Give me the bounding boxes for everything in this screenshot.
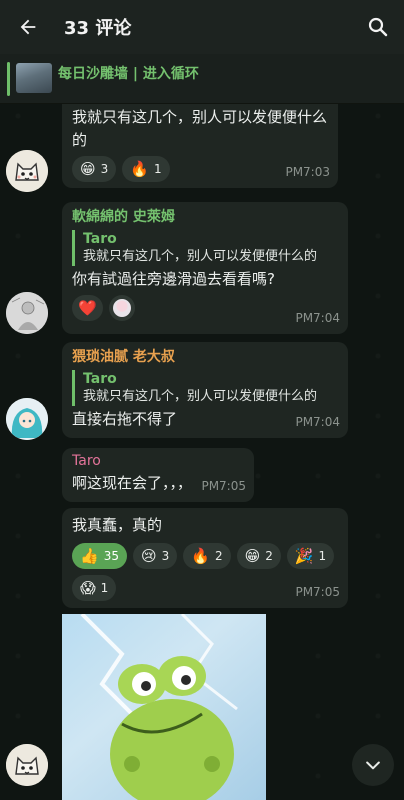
- reaction-crying[interactable]: 😢 3: [132, 543, 178, 569]
- avatar-miku[interactable]: [6, 398, 48, 440]
- pinned-thumbnail: [16, 63, 52, 93]
- message-text: 我真蠢，真的: [72, 516, 163, 534]
- party-popper-emoji-icon: 🎉: [294, 546, 314, 565]
- reaction-count: 35: [103, 548, 119, 563]
- reaction-count: 3: [161, 548, 170, 563]
- miku-avatar-icon: [6, 398, 48, 440]
- message-bubble[interactable]: Taro 啊这现在会了，，， PM7:05: [62, 448, 254, 502]
- thumbs-up-emoji-icon: 👍: [80, 546, 99, 565]
- quote-sender: Taro: [83, 231, 117, 247]
- reply-quote[interactable]: Taro 我就只有这几个，别人可以发便便什么的: [72, 370, 338, 406]
- reaction-party[interactable]: 🎉 1: [286, 543, 335, 569]
- message-bubble[interactable]: 我真蠢，真的 👍 35 😢 3 🔥 2 😁 2 🎉 1 😱 1 PM7:05: [62, 508, 348, 608]
- reaction-scream[interactable]: 😱 1: [72, 575, 117, 601]
- grin-emoji-icon: 😁: [244, 546, 261, 565]
- scream-emoji-icon: 😱: [80, 578, 96, 597]
- reactor-avatar-icon: [112, 299, 131, 317]
- back-button[interactable]: [0, 0, 56, 54]
- reaction-thumbs-up[interactable]: 👍 35: [72, 543, 127, 569]
- quote-text: 我就只有这几个，别人可以发便便什么的: [83, 389, 318, 404]
- quote-text: 我就只有这几个，别人可以发便便什么的: [83, 249, 318, 264]
- message-time: PM7:05: [295, 585, 340, 599]
- cat-avatar-icon: [6, 150, 48, 192]
- search-icon: [368, 17, 388, 37]
- reaction-count: 1: [153, 161, 162, 176]
- heart-emoji-icon: ❤️: [78, 298, 97, 317]
- reaction-avatar[interactable]: [108, 295, 135, 321]
- frog-sticker[interactable]: [62, 614, 266, 800]
- message-time: PM7:03: [285, 165, 330, 179]
- message-time: PM7:05: [201, 479, 246, 493]
- crying-emoji-icon: 😢: [140, 546, 157, 565]
- message-time: PM7:04: [295, 311, 340, 325]
- avatar-cat[interactable]: [6, 150, 48, 192]
- reaction-fire[interactable]: 🔥 2: [183, 543, 231, 569]
- message-bubble[interactable]: 我就只有这几个，别人可以发便便什么的 😁 3 🔥 1 PM7:03: [62, 104, 338, 188]
- message-time: PM7:04: [295, 415, 340, 429]
- avatar-sketch[interactable]: [6, 292, 48, 334]
- reaction-count: 2: [214, 548, 223, 563]
- reply-quote[interactable]: Taro 我就只有这几个，别人可以发便便什么的: [72, 230, 338, 266]
- chat-area[interactable]: from FW 我就只有这几个，别人可以发便便什么的 😁 3 🔥 1 PM7:0…: [0, 104, 404, 800]
- scroll-to-bottom-button[interactable]: [352, 744, 394, 786]
- avatar-cat[interactable]: [6, 744, 48, 786]
- reaction-count: 1: [100, 580, 109, 595]
- search-button[interactable]: [366, 15, 390, 39]
- arrow-left-icon: [20, 19, 36, 35]
- reaction-grin[interactable]: 😁 2: [236, 543, 281, 569]
- fire-emoji-icon: 🔥: [130, 159, 149, 178]
- sender-name: 猥琐油腻 老大叔: [72, 349, 175, 365]
- grin-emoji-icon: 😁: [80, 159, 96, 178]
- reaction-count: 2: [265, 548, 273, 563]
- pinned-accent-bar: [7, 62, 10, 96]
- page-title: 33 评论: [64, 18, 132, 39]
- sender-name: Taro: [72, 453, 101, 469]
- sketch-avatar-icon: [6, 292, 48, 334]
- message-bubble[interactable]: 軟綿綿的 史萊姆 Taro 我就只有这几个，别人可以发便便什么的 你有試過往旁邊…: [62, 202, 348, 334]
- message-text: 我就只有这几个，别人可以发便便什么的: [72, 108, 328, 149]
- chevron-down-icon: [366, 761, 380, 770]
- frog-sticker-image: [80, 614, 238, 800]
- pinned-message-banner[interactable]: 每日沙雕墙 | 进入循环: [0, 54, 404, 104]
- quote-sender: Taro: [83, 371, 117, 387]
- reaction-grin[interactable]: 😁 3: [72, 156, 117, 182]
- fire-emoji-icon: 🔥: [191, 546, 210, 565]
- reaction-count: 3: [100, 161, 109, 176]
- cat-avatar-icon: [6, 744, 48, 786]
- message-text: 你有試過往旁邊滑過去看看嗎?: [72, 270, 275, 288]
- message-bubble[interactable]: 猥琐油腻 老大叔 Taro 我就只有这几个，别人可以发便便什么的 直接右拖不得了…: [62, 342, 348, 438]
- sender-name: 軟綿綿的 史萊姆: [72, 209, 175, 225]
- pinned-title: 每日沙雕墙 | 进入循环: [58, 66, 199, 82]
- reaction-count: 1: [318, 548, 327, 563]
- reaction-fire[interactable]: 🔥 1: [122, 156, 170, 182]
- reaction-heart[interactable]: ❤️: [72, 295, 103, 321]
- app-header: 33 评论: [0, 0, 404, 54]
